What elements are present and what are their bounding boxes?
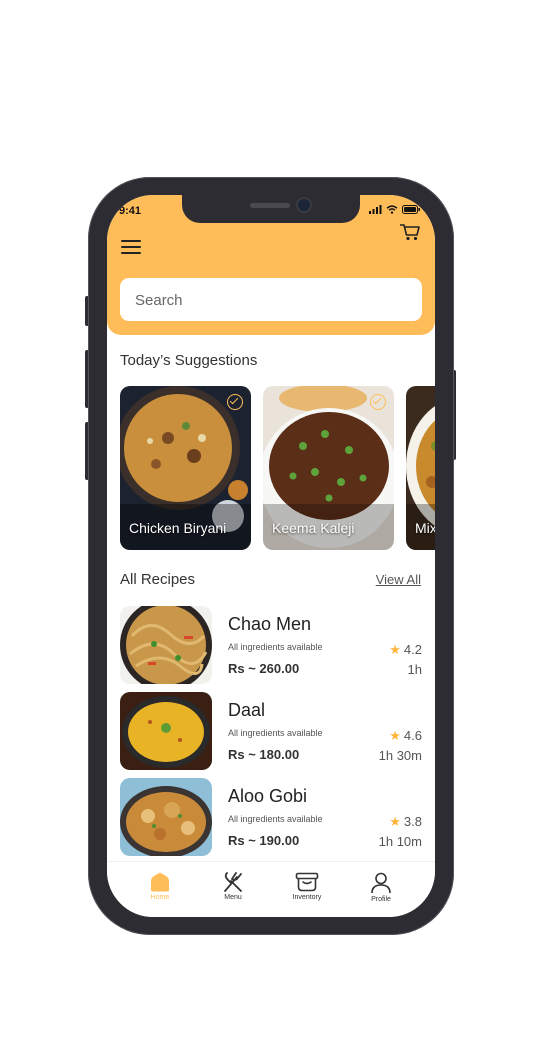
recipe-row-aloo-gobi[interactable]: Aloo Gobi All ingredients available Rs ~… [120,778,422,858]
suggestions-title: Today’s Suggestions [120,352,258,369]
search-bar[interactable] [120,278,422,323]
star-icon: ★ [389,642,401,657]
tab-inventory[interactable]: Inventory [279,872,335,901]
tab-menu[interactable]: Menu [205,872,261,901]
home-icon [151,872,169,892]
battery-icon [402,205,420,214]
tab-profile[interactable]: Profile [353,872,409,903]
tab-label: Home [150,894,170,901]
recipe-rating: ★ 3.8 [389,814,422,830]
recipe-availability: All ingredients available [228,814,323,824]
recipe-row-daal[interactable]: Daal All ingredients available Rs ~ 180.… [120,692,422,772]
star-icon: ★ [389,728,401,743]
inventory-icon [295,872,319,892]
rating-value: 4.6 [403,728,422,743]
aloo-gobi-thumbnail [120,778,212,856]
suggestion-label: Mix [415,520,435,536]
signal-icon [369,205,382,214]
status-time: 9:41 [119,205,142,217]
tab-label: Inventory [292,894,322,901]
suggestion-label: Chicken Biryani [129,520,227,536]
notch [182,195,360,223]
suggestion-card-mix[interactable]: Mix [406,386,435,550]
status-icons [369,205,421,214]
search-input[interactable] [120,278,407,323]
recipe-rating: ★ 4.2 [389,642,422,658]
recipe-name: Chao Men [228,614,312,634]
recipe-price: Rs ~ 190.00 [228,833,300,848]
daal-thumbnail [120,692,212,770]
recipe-duration: 1h 30m [378,748,422,763]
recipe-duration: 1h [407,662,422,677]
hamburger-menu-icon[interactable] [121,240,141,256]
bottom-tab-bar: Home Menu Inventory Profile [107,861,435,917]
check-icon [227,394,243,410]
suggestions-carousel[interactable]: Chicken Biryani Keema Kaleji Mix [120,386,435,550]
speaker-grille [250,203,290,208]
recipe-rating: ★ 4.6 [389,728,422,744]
recipe-availability: All ingredients available [228,728,323,738]
recipe-price: Rs ~ 260.00 [228,661,300,676]
recipe-availability: All ingredients available [228,642,323,652]
cart-icon[interactable] [399,222,421,242]
profile-icon [371,872,391,894]
recipe-row-chao-men[interactable]: Chao Men All ingredients available Rs ~ … [120,606,422,686]
tab-home[interactable]: Home [132,872,188,901]
tab-label: Profile [371,896,391,903]
wifi-icon [386,205,398,214]
app-screen: 9:41 Today’s Suggestions [107,195,435,917]
suggestion-card-keema-kaleji[interactable]: Keema Kaleji [263,386,394,550]
rating-value: 3.8 [403,814,422,829]
front-camera [298,199,310,211]
tab-label: Menu [224,894,242,901]
recipe-duration: 1h 10m [378,834,422,849]
recipe-name: Aloo Gobi [228,786,308,806]
utensils-icon [224,872,242,892]
star-icon: ★ [389,814,401,829]
recipe-name: Daal [228,700,266,720]
suggestion-card-chicken-biryani[interactable]: Chicken Biryani [120,386,251,550]
suggestion-label: Keema Kaleji [272,520,355,536]
view-all-link[interactable]: View All [376,572,421,587]
all-recipes-title: All Recipes [120,571,196,588]
chao-men-thumbnail [120,606,212,684]
recipe-price: Rs ~ 180.00 [228,747,300,762]
check-icon [370,394,386,410]
rating-value: 4.2 [403,642,422,657]
